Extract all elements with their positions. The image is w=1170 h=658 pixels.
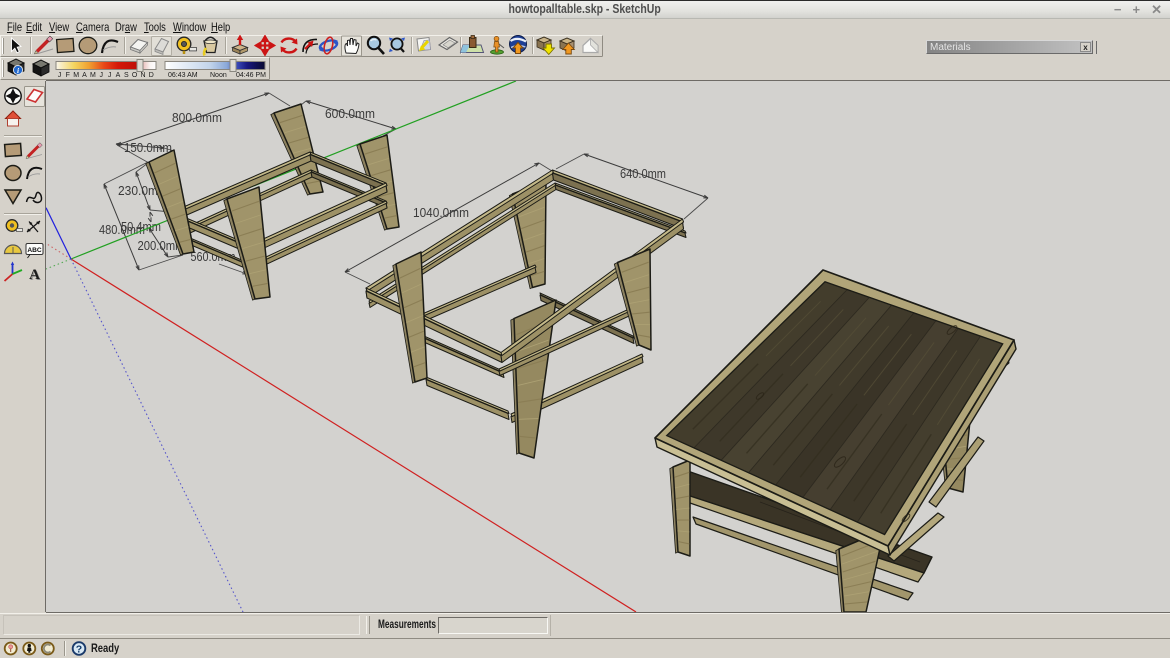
svg-text:06:43 AM: 06:43 AM [168, 72, 198, 79]
svg-text:A: A [29, 267, 40, 283]
svg-text:150.0mm: 150.0mm [124, 140, 172, 155]
svg-text:50.4mm: 50.4mm [121, 219, 161, 234]
svg-text:D: D [149, 72, 154, 79]
svg-text:Noon: Noon [210, 72, 227, 79]
svg-text:S: S [124, 72, 129, 79]
svg-text:ABC: ABC [27, 247, 42, 254]
svg-text:M: M [73, 72, 79, 79]
svg-text:O: O [132, 72, 138, 79]
svg-text:04:46 PM: 04:46 PM [236, 72, 266, 79]
svg-text:?: ? [76, 644, 82, 656]
svg-text:N: N [140, 72, 145, 79]
svg-text:600.0mm: 600.0mm [325, 106, 375, 121]
svg-text:F: F [66, 72, 70, 79]
svg-text:J: J [99, 72, 103, 79]
svg-text:J: J [58, 72, 62, 79]
svg-text:A: A [116, 72, 121, 79]
svg-text:A: A [82, 72, 87, 79]
svg-text:640.0mm: 640.0mm [620, 166, 666, 181]
svg-text:1040.0mm: 1040.0mm [413, 205, 469, 220]
svg-text:J: J [108, 72, 112, 79]
svg-text:M: M [90, 72, 96, 79]
svg-text:800.0mm: 800.0mm [172, 110, 222, 125]
